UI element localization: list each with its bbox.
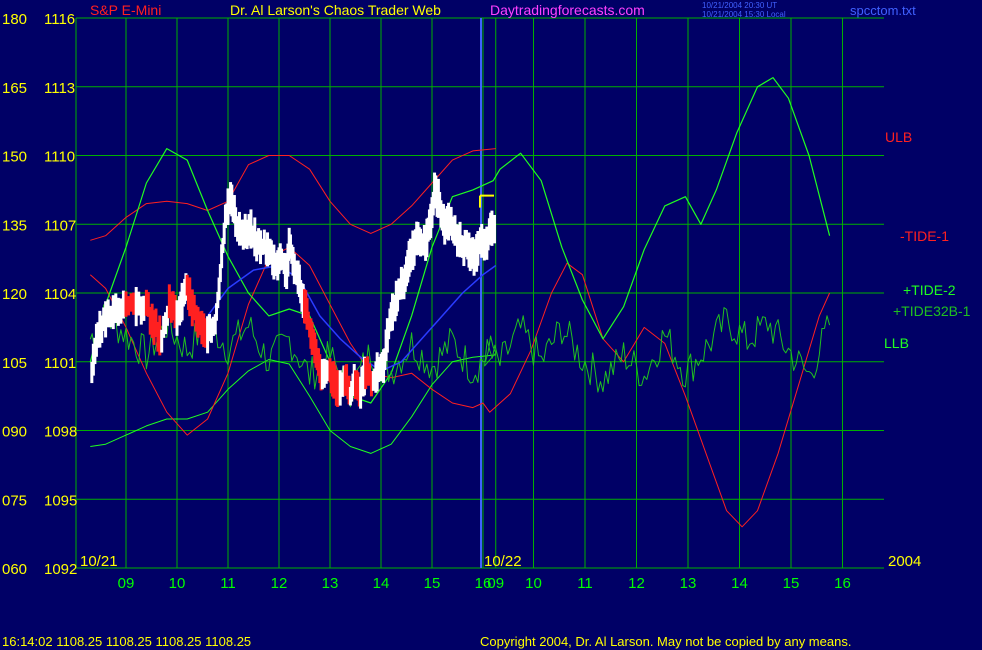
session-date-label: 10/22 xyxy=(484,553,522,570)
x-tick-label: 09 xyxy=(118,575,135,592)
series-label-llb: LLB xyxy=(884,335,909,351)
series-label-tide1: -TIDE-1 xyxy=(900,228,949,244)
year-label: 2004 xyxy=(888,553,921,570)
price-tick-label: 1095 xyxy=(44,492,77,509)
price-tick-label: 1101 xyxy=(44,355,76,372)
x-tick-label: 14 xyxy=(373,575,390,592)
local-timestamp: 10/21/2004 15:30 Local xyxy=(702,10,786,19)
price-tick-label: 1116 xyxy=(44,11,75,28)
y-tick-label: 120 xyxy=(2,286,27,303)
x-tick-label: 11 xyxy=(220,575,236,592)
utc-timestamp: 10/21/2004 20:30 UT xyxy=(702,1,777,10)
copyright-notice: Copyright 2004, Dr. Al Larson. May not b… xyxy=(480,634,851,649)
chart-title: Dr. Al Larson's Chaos Trader Web xyxy=(230,2,441,18)
price-tick-label: 1107 xyxy=(44,217,76,234)
x-tick-label: 12 xyxy=(271,575,288,592)
x-tick-label: 16 xyxy=(834,575,851,592)
x-tick-label: 13 xyxy=(680,575,697,592)
x-tick-label: 11 xyxy=(577,575,593,592)
series-label-ulb: ULB xyxy=(885,129,912,145)
x-tick-label: 10 xyxy=(525,575,542,592)
x-tick-label: 15 xyxy=(424,575,441,592)
x-tick-label: 12 xyxy=(628,575,645,592)
chaos-trader-chart: S&P E-Mini Dr. Al Larson's Chaos Trader … xyxy=(0,0,982,650)
x-tick-label: 10 xyxy=(169,575,186,592)
site-name: Daytradingforecasts.com xyxy=(490,2,645,18)
file-name: spcctom.txt xyxy=(850,3,916,18)
y-tick-label: 180 xyxy=(2,11,27,28)
y-tick-label: 150 xyxy=(2,149,27,166)
y-tick-label: 105 xyxy=(2,355,27,372)
x-tick-label: 09 xyxy=(487,575,504,592)
x-tick-label: 14 xyxy=(731,575,748,592)
y-tick-label: 090 xyxy=(2,424,27,441)
last-quote: 16:14:02 1108.25 1108.25 1108.25 1108.25 xyxy=(2,634,251,649)
price-bar xyxy=(492,214,496,244)
series-label-tide32b: +TIDE32B-1 xyxy=(893,303,971,319)
session-date-label: 10/21 xyxy=(80,553,118,570)
x-tick-label: 15 xyxy=(783,575,800,592)
y-tick-label: 135 xyxy=(2,217,27,234)
price-tick-label: 1098 xyxy=(44,424,77,441)
series-label-tide2: +TIDE-2 xyxy=(903,282,956,298)
price-tick-label: 1092 xyxy=(44,561,77,578)
price-tick-label: 1113 xyxy=(44,80,75,97)
price-tick-label: 1110 xyxy=(44,149,75,166)
y-tick-label: 060 xyxy=(2,561,27,578)
x-tick-label: 13 xyxy=(322,575,339,592)
symbol-label: S&P E-Mini xyxy=(90,2,161,18)
y-tick-label: 165 xyxy=(2,80,27,97)
y-tick-label: 075 xyxy=(2,492,27,509)
price-tick-label: 1104 xyxy=(44,286,76,303)
